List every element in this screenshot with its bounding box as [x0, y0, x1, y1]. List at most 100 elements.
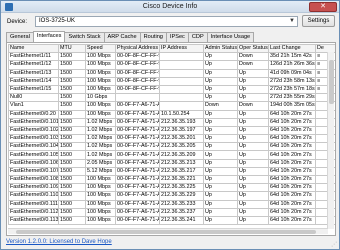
table-row[interactable]: FastEthernet0/0.101 1500 1.02 Mbps 00-0F-F7… — [8, 117, 335, 127]
table-row[interactable]: FastEthernet1/12 1500 100 Mbps 00-0F-8F-CF-… — [8, 60, 335, 70]
table-row[interactable]: FastEthernet0/0.108 1500 100 Mbps 00-0F-F7-… — [8, 174, 335, 185]
tab-switch-stack[interactable]: Switch Stack — [64, 32, 105, 42]
table-row[interactable]: Vlan1 1500 100 Mbps 00-0F-F7-A6-71-A0 Down Do… — [8, 101, 335, 111]
table-row[interactable]: Null0 1500 10 Gbps Up Up 272d 23h 55m 29s — [8, 93, 335, 103]
table-cell: Up — [237, 207, 269, 217]
table-cell: 272d 23h 55m 29s — [268, 93, 316, 103]
device-select[interactable]: IOS-3725-UK ▼ — [35, 16, 298, 27]
table-cell: 00-0F-F7-A6-71-A0 — [115, 109, 160, 119]
tab-interfaces[interactable]: Interfaces — [32, 31, 66, 42]
close-button[interactable]: ✕ — [309, 2, 337, 12]
table-cell: 00-0F-F7-A6-71-A0 — [115, 183, 160, 193]
interfaces-grid[interactable]: Name MTU Speed Physical Address IP Address Ad… — [8, 44, 335, 235]
table-row[interactable]: FastEthernet1/15 1500 100 Mbps 00-0F-8F-CF-… — [8, 84, 335, 95]
table-cell: 100 Mbps — [85, 183, 116, 193]
device-select-value: IOS-3725-UK — [39, 18, 76, 24]
table-cell: 1500 — [58, 215, 86, 226]
table-cell: 1500 — [58, 183, 86, 193]
table-cell: 1.02 Mbps — [85, 134, 116, 144]
table-cell: Up — [237, 174, 269, 185]
table-cell: 64d 10h 20m 27s — [268, 109, 316, 119]
table-cell: 1500 — [58, 68, 86, 78]
table-row[interactable]: FastEthernet0/0.104 1500 1.02 Mbps 00-0F-F7… — [8, 142, 335, 152]
tab-interface-usage[interactable]: Interface Usage — [206, 32, 255, 42]
column-header[interactable]: IP Address — [159, 44, 204, 54]
table-cell: Up — [237, 150, 269, 160]
table-cell: 272d 23h 58m 13s — [268, 76, 316, 86]
table-cell: 64d 10h 20m 27s — [268, 215, 316, 226]
table-cell: 00-0F-8F-CF-FF-9D — [115, 84, 160, 95]
horizontal-scrollbar[interactable] — [8, 228, 328, 234]
table-cell: 1500 — [58, 117, 86, 127]
column-header[interactable]: Physical Address — [115, 44, 160, 54]
column-header[interactable]: Oper Status — [237, 44, 269, 54]
table-row[interactable]: FastEthernet0/0.20 1500 100 Mbps 00-0F-F7-A… — [8, 109, 335, 119]
vertical-scroll-thumb[interactable] — [329, 60, 334, 104]
horizontal-scroll-thumb[interactable] — [16, 230, 316, 234]
table-cell: 1500 — [58, 199, 86, 209]
table-cell: Up — [203, 125, 238, 136]
table-row[interactable]: FastEthernet0/0.103 1500 1.02 Mbps 00-0F-F7… — [8, 134, 335, 144]
table-row[interactable]: FastEthernet0/0.109 1500 100 Mbps 00-0F-F7-… — [8, 183, 335, 193]
column-header[interactable]: Name — [8, 44, 59, 54]
title-bar[interactable]: Cisco Device Info ✕ — [1, 1, 339, 13]
resize-grip-icon[interactable]: ⋰ — [331, 241, 337, 248]
tab-arp-cache[interactable]: ARP Cache — [103, 32, 141, 42]
table-cell: 1.02 Mbps — [85, 150, 116, 160]
table-cell: 1500 — [58, 60, 86, 70]
table-row[interactable]: FastEthernet0/0.107 1500 5.12 Mbps 00-0F-F7… — [8, 166, 335, 177]
table-cell: Up — [203, 52, 238, 62]
table-row[interactable]: FastEthernet0/0.112 1500 100 Mbps 00-0F-F7-… — [8, 207, 335, 217]
table-cell — [159, 93, 204, 103]
app-window: Cisco Device Info ✕ Device: IOS-3725-UK … — [0, 0, 340, 250]
version-license-link[interactable]: Version 1.2.0.0: Licensed to Dave Hope — [6, 239, 112, 245]
table-row[interactable]: FastEthernet1/11 1500 100 Mbps 00-0F-8F-CF-… — [8, 52, 335, 62]
column-header[interactable]: Last Change — [268, 44, 316, 54]
settings-button[interactable]: Settings — [302, 15, 335, 27]
table-header-row: Name MTU Speed Physical Address IP Address Ad… — [8, 44, 335, 54]
table-cell — [159, 84, 204, 95]
table-row[interactable]: FastEthernet0/0.105 1500 1.02 Mbps 00-0F-F7… — [8, 150, 335, 160]
table-row[interactable]: FastEthernet0/0.110 1500 100 Mbps 00-0F-F7-… — [8, 191, 335, 201]
tab-routing[interactable]: Routing — [139, 32, 167, 42]
column-header[interactable]: MTU — [58, 44, 86, 54]
table-row[interactable]: FastEthernet1/13 1500 100 Mbps 00-0F-8F-CF-… — [8, 68, 335, 78]
table-cell: 2.05 Mbps — [85, 158, 116, 168]
table-cell: 212.36.35.237 — [159, 207, 204, 217]
table-cell: 00-0F-8F-CF-FF-9B — [115, 68, 160, 78]
tab-ipsec[interactable]: IPSec — [165, 32, 189, 42]
table-row[interactable]: FastEthernet0/0.111 1500 100 Mbps 00-0F-F7-… — [8, 199, 335, 209]
table-cell: 41d 09h 09m 04s — [268, 68, 316, 78]
column-header[interactable]: Admin Status — [203, 44, 238, 54]
table-row[interactable]: FastEthernet0/0.113 1500 100 Mbps 00-0F-F7-… — [8, 215, 335, 226]
table-cell: 1500 — [58, 150, 86, 160]
table-body: FastEthernet1/11 1500 100 Mbps 00-0F-8F-CF-… — [8, 52, 335, 226]
table-cell: FastEthernet0/0.109 — [8, 183, 59, 193]
table-row[interactable]: FastEthernet0/0.106 1500 2.05 Mbps 00-0F-F7… — [8, 158, 335, 168]
table-row[interactable]: FastEthernet0/0.102 1500 1.02 Mbps 00-0F-F7… — [8, 125, 335, 136]
table-cell: 1500 — [58, 191, 86, 201]
vertical-scrollbar[interactable] — [327, 52, 334, 229]
tab-cdp[interactable]: CDP — [187, 32, 208, 42]
column-header[interactable]: Speed — [85, 44, 116, 54]
table-cell: Up — [203, 76, 238, 86]
table-cell: 100 Mbps — [85, 101, 116, 111]
table-cell: Vlan1 — [8, 101, 59, 111]
chevron-down-icon: ▼ — [289, 18, 295, 24]
table-cell: 100 Mbps — [85, 174, 116, 185]
table-cell: 10.1.50.254 — [159, 109, 204, 119]
table-cell: 64d 10h 20m 27s — [268, 174, 316, 185]
table-cell: FastEthernet0/0.104 — [8, 142, 59, 152]
table-cell: FastEthernet0/0.105 — [8, 150, 59, 160]
tab-general[interactable]: General — [6, 32, 34, 42]
table-cell: Up — [203, 93, 238, 103]
table-cell: 00-0F-F7-A6-71-A0 — [115, 199, 160, 209]
table-cell: 100 Mbps — [85, 76, 116, 86]
table-cell: Up — [237, 76, 269, 86]
table-cell: 1500 — [58, 125, 86, 136]
table-cell: 212.36.35.197 — [159, 125, 204, 136]
table-row[interactable]: FastEthernet1/14 1500 100 Mbps 00-0F-8F-CF-… — [8, 76, 335, 86]
table-cell: 64d 10h 20m 27s — [268, 150, 316, 160]
table-cell: 272d 23h 57m 18s — [268, 84, 316, 95]
table-cell: 212.36.35.201 — [159, 134, 204, 144]
